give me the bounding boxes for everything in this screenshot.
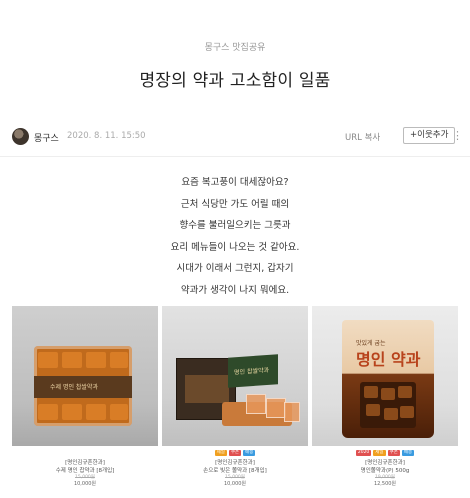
avatar[interactable] bbox=[12, 128, 29, 145]
coupon-badge: 쿠폰 bbox=[228, 450, 242, 456]
sale-price: 10,000원 bbox=[223, 481, 247, 487]
yakgwa-piece bbox=[86, 404, 106, 420]
badge-row bbox=[12, 450, 158, 457]
product-caption[interactable]: 세일 쿠폰 배송 [명인김규흔한과] 손으로 빚은 쫄약과 [8개입] 15,0… bbox=[162, 450, 308, 488]
product-name[interactable]: 수제 명인 찹약과 [8개입] bbox=[12, 467, 158, 475]
product-gallery: 수제 명인 찹쌀약과 [명인김규흔한과] 수제 명인 찹약과 [8개입] 15,… bbox=[12, 306, 458, 498]
product-bag: 맛있게 굽는 명인 약과 bbox=[342, 320, 434, 438]
sale-price: 10,000원 bbox=[73, 481, 97, 487]
box-window bbox=[185, 375, 229, 403]
badge-row: 세일 쿠폰 배송 bbox=[162, 450, 308, 457]
yakgwa-piece bbox=[266, 398, 286, 418]
yakgwa-piece bbox=[381, 388, 395, 400]
delivery-badge: 배송 bbox=[401, 450, 415, 456]
post-title: 명장의 약과 고소함이 일품 bbox=[139, 71, 331, 91]
yakgwa-piece bbox=[384, 408, 398, 420]
body-line: 요리 메뉴들이 나오는 것 같아요. bbox=[170, 241, 300, 253]
coupon-badge: 쿠폰 bbox=[387, 450, 400, 456]
product-image[interactable]: 맛있게 굽는 명인 약과 bbox=[312, 306, 458, 446]
product-image[interactable]: 명인 찹쌀약과 bbox=[162, 306, 308, 446]
yakgwa-piece bbox=[284, 402, 300, 422]
product-brand: [명인김규흔한과] bbox=[215, 460, 255, 466]
body-line: 근처 식당만 가도 어릴 때의 bbox=[180, 198, 290, 210]
package-text: 수제 명인 찹쌀약과 bbox=[50, 384, 98, 391]
event-badge: 2020 bbox=[355, 450, 372, 456]
post-meta: 몽구스 2020. 8. 11. 15:50 URL 복사 +이웃추가 ⋮ bbox=[12, 127, 463, 147]
product-image[interactable]: 수제 명인 찹쌀약과 bbox=[12, 306, 158, 446]
yakgwa-piece bbox=[110, 404, 128, 420]
product-caption[interactable]: [명인김규흔한과] 수제 명인 찹약과 [8개입] 15,000원 10,000… bbox=[12, 450, 158, 488]
add-neighbor-button[interactable]: +이웃추가 bbox=[403, 127, 456, 144]
blog-category[interactable]: 몽구스 맛집공유 bbox=[0, 40, 470, 53]
sale-badge: 세일 bbox=[214, 450, 227, 456]
more-options-icon[interactable]: ⋮ bbox=[452, 129, 463, 142]
yakgwa-piece bbox=[400, 406, 414, 418]
post-body: 요즘 복고풍이 대세잖아요? 근처 식당만 가도 어릴 때의 향수를 불러일으키… bbox=[0, 172, 470, 301]
product-package: 수제 명인 찹쌀약과 bbox=[34, 346, 132, 426]
product-card[interactable]: 맛있게 굽는 명인 약과 2020 세일 쿠폰 배송 [명인김규흔한과] 명인쫄… bbox=[312, 306, 458, 498]
badge-row: 2020 세일 쿠폰 배송 bbox=[312, 450, 458, 457]
yakgwa-piece bbox=[62, 352, 82, 368]
url-copy-button[interactable]: URL 복사 bbox=[345, 131, 380, 143]
divider bbox=[0, 156, 470, 157]
yakgwa-piece bbox=[38, 352, 58, 368]
yakgwa-piece bbox=[38, 404, 58, 420]
product-caption[interactable]: 2020 세일 쿠폰 배송 [명인김규흔한과] 명인쫄약과(P) 500g 19… bbox=[312, 450, 458, 488]
post-date: 2020. 8. 11. 15:50 bbox=[67, 131, 146, 141]
package-band: 수제 명인 찹쌀약과 bbox=[34, 376, 132, 398]
product-name[interactable]: 명인쫄약과(P) 500g bbox=[312, 467, 458, 475]
sale-price: 12,500원 bbox=[373, 481, 397, 487]
body-line: 약과가 생각이 나지 뭐에요. bbox=[180, 284, 290, 296]
product-card[interactable]: 명인 찹쌀약과 세일 쿠폰 배송 [명인김규흔한과] 손으로 빚은 쫄약과 [8… bbox=[162, 306, 308, 498]
yakgwa-piece bbox=[86, 352, 106, 368]
package-text: 명인 약과 bbox=[356, 350, 421, 369]
author-name[interactable]: 몽구스 bbox=[34, 131, 59, 144]
product-name[interactable]: 손으로 빚은 쫄약과 [8개입] bbox=[162, 467, 308, 475]
yakgwa-piece bbox=[364, 386, 378, 398]
product-lid: 명인 찹쌀약과 bbox=[228, 354, 278, 388]
package-text: 명인 찹쌀약과 bbox=[234, 366, 270, 377]
body-line: 향수를 불러일으키는 그릇과 bbox=[179, 220, 291, 231]
product-brand: [명인김규흔한과] bbox=[365, 460, 405, 466]
sale-badge: 세일 bbox=[373, 450, 386, 456]
product-card[interactable]: 수제 명인 찹쌀약과 [명인김규흔한과] 수제 명인 찹약과 [8개입] 15,… bbox=[12, 306, 158, 498]
yakgwa-piece bbox=[246, 394, 266, 414]
delivery-badge: 배송 bbox=[243, 450, 256, 456]
yakgwa-piece bbox=[366, 404, 380, 416]
body-line: 시대가 이래서 그런지, 갑자기 bbox=[176, 263, 294, 274]
yakgwa-piece bbox=[398, 386, 412, 398]
yakgwa-piece bbox=[110, 352, 128, 368]
bag-window bbox=[360, 382, 416, 428]
body-line: 요즘 복고풍이 대세잖아요? bbox=[181, 177, 289, 188]
product-brand: [명인김규흔한과] bbox=[65, 460, 105, 466]
yakgwa-piece bbox=[62, 404, 82, 420]
